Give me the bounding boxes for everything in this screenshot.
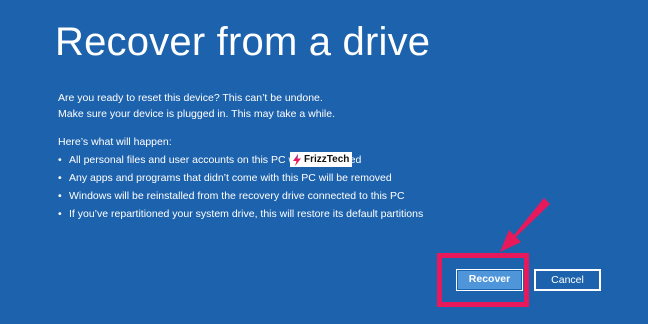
list-item: If you’ve repartitioned your system driv… — [58, 205, 423, 223]
list-item: All personal files and user accounts on … — [58, 151, 423, 169]
consequence-list: All personal files and user accounts on … — [58, 151, 423, 223]
list-item: Any apps and programs that didn’t come w… — [58, 169, 423, 187]
frizztech-logo-icon — [292, 153, 302, 166]
intro-text: Are you ready to reset this device? This… — [58, 90, 335, 122]
what-will-happen-section: Here’s what will happen: All personal fi… — [58, 133, 423, 223]
recovery-screen: Recover from a drive Are you ready to re… — [0, 0, 648, 324]
reset-warning-text: Are you ready to reset this device? This… — [58, 92, 323, 104]
page-title: Recover from a drive — [55, 20, 431, 64]
list-item: Windows will be reinstalled from the rec… — [58, 187, 423, 205]
watermark: FrizzTech — [290, 152, 353, 167]
plugged-in-text: Make sure your device is plugged in. Thi… — [58, 108, 336, 120]
cancel-button[interactable]: Cancel — [534, 269, 601, 291]
recover-button[interactable]: Recover — [456, 269, 523, 291]
arrow-icon — [500, 198, 550, 252]
watermark-text: FrizzTech — [304, 154, 350, 165]
what-will-happen-heading: Here’s what will happen: — [58, 136, 172, 148]
